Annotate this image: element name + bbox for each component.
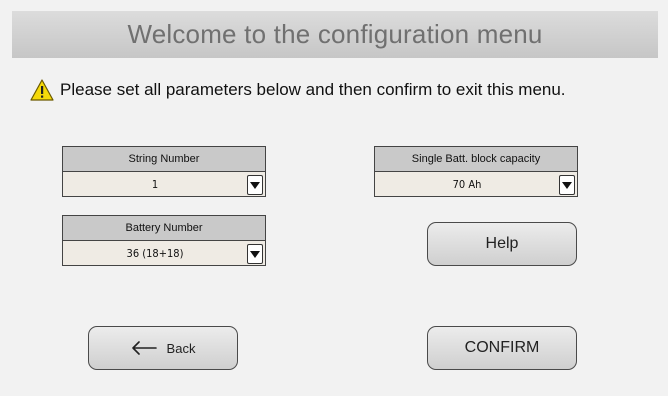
block-capacity-label: Single Batt. block capacity	[374, 146, 578, 171]
confirm-button-label: CONFIRM	[464, 339, 540, 356]
battery-number-value: 36 (18+18)	[126, 246, 184, 260]
chevron-down-icon	[562, 181, 572, 189]
block-capacity-select[interactable]: 70 Ah	[374, 171, 578, 197]
block-capacity-field: Single Batt. block capacity 70 Ah	[374, 146, 578, 197]
battery-number-dropdown-button[interactable]	[247, 244, 263, 264]
battery-number-select[interactable]: 36 (18+18)	[62, 240, 266, 266]
instruction-line: Please set all parameters below and then…	[30, 78, 566, 102]
confirm-button[interactable]: CONFIRM	[427, 326, 577, 370]
block-capacity-dropdown-button[interactable]	[559, 175, 575, 195]
string-number-field: String Number 1	[62, 146, 266, 197]
warning-icon	[30, 79, 54, 101]
title-bar: Welcome to the configuration menu	[12, 11, 658, 58]
chevron-down-icon	[250, 250, 260, 258]
back-button[interactable]: Back	[88, 326, 238, 370]
page-title: Welcome to the configuration menu	[127, 19, 543, 49]
battery-number-label: Battery Number	[62, 215, 266, 240]
string-number-dropdown-button[interactable]	[247, 175, 263, 195]
chevron-down-icon	[250, 181, 260, 189]
help-button-label: Help	[485, 235, 519, 252]
battery-number-field: Battery Number 36 (18+18)	[62, 215, 266, 266]
block-capacity-value: 70 Ah	[452, 177, 482, 191]
back-button-label: Back	[166, 340, 196, 356]
help-button[interactable]: Help	[427, 222, 577, 266]
instruction-text: Please set all parameters below and then…	[60, 80, 566, 99]
arrow-left-icon	[131, 341, 157, 355]
string-number-value: 1	[151, 177, 159, 191]
string-number-label: String Number	[62, 146, 266, 171]
string-number-select[interactable]: 1	[62, 171, 266, 197]
